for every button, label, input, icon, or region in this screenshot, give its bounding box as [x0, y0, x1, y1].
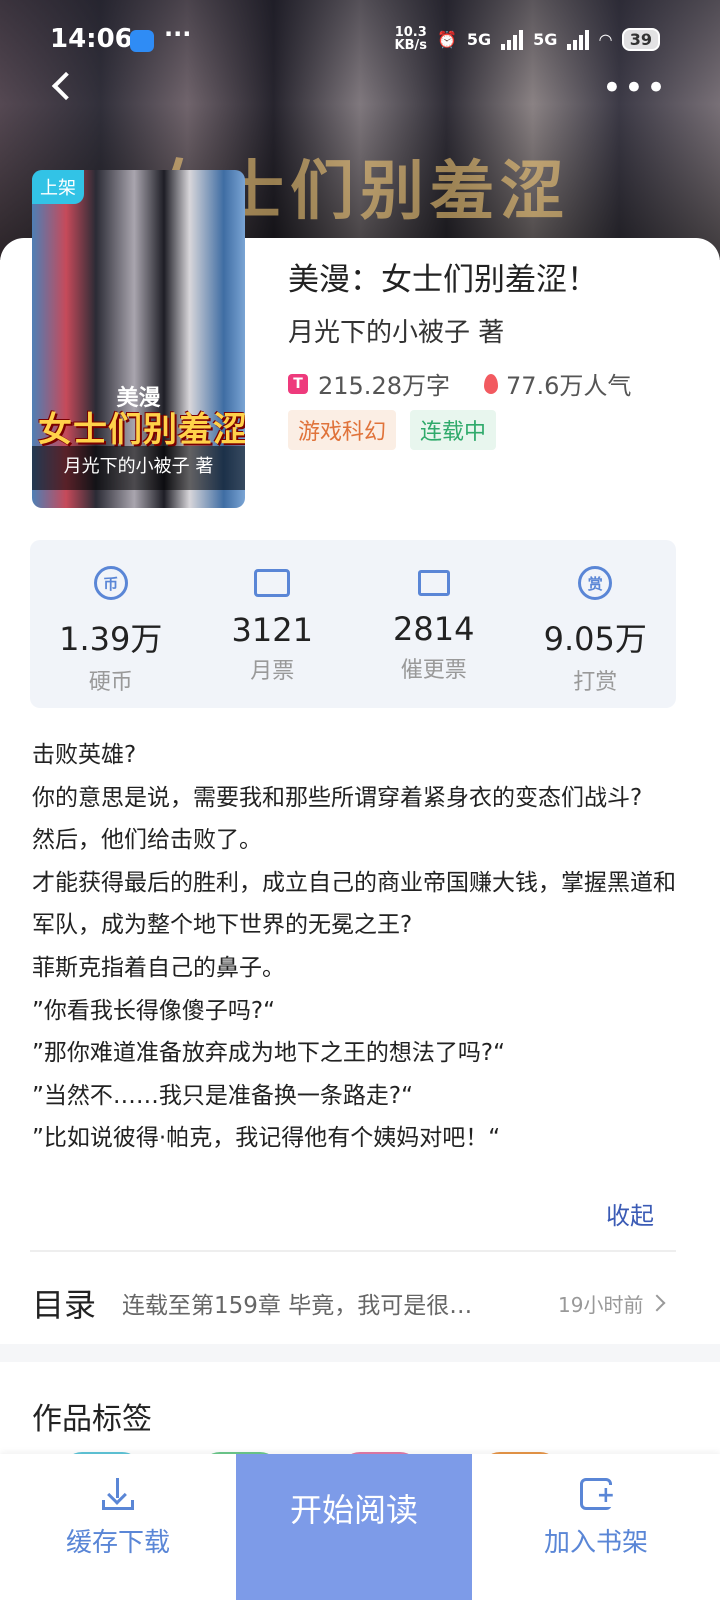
start-reading-button[interactable]: 开始阅读 [236, 1454, 472, 1600]
book-stats: T 215.28万字 77.6万人气 [288, 366, 631, 401]
ticket-icon [254, 569, 291, 597]
sim2-label: 5G [533, 29, 558, 49]
signal-icon-2 [567, 28, 590, 50]
cover-title: 女士们别羞涩 [38, 410, 245, 450]
start-reading-label: 开始阅读 [289, 1491, 418, 1529]
coin-icon: 币 [93, 566, 128, 600]
wifi-icon: ◠ [599, 29, 612, 49]
status-more-icon: ··· [164, 20, 192, 48]
book-tags: 游戏科幻 连载中 [288, 410, 497, 450]
synopsis-line: 你的意思是说，需要我和那些所谓穿着紧身衣的变态们战斗? [32, 784, 643, 811]
sim1-label: 5G [466, 29, 492, 49]
status-tag: 连载中 [410, 410, 497, 450]
add-bookshelf-icon [580, 1478, 615, 1510]
status-time: 14:06 [50, 24, 133, 54]
synopsis-line: 菲斯克指着自己的鼻子。 [32, 954, 285, 981]
net-speed: 10.3 KB/s [394, 25, 427, 53]
bottom-action-bar: 缓存下载 开始阅读 加入书架 [0, 1454, 720, 1600]
reward-icon: 赏 [578, 566, 613, 600]
collapse-button[interactable]: 收起 [606, 1196, 654, 1231]
cloud-icon [130, 30, 154, 52]
section-gap [0, 1344, 720, 1362]
download-icon [102, 1478, 134, 1510]
genre-tag[interactable]: 游戏科幻 [288, 410, 397, 450]
stats-panel: 币 1.39万 硬币 3121 月票 2814 催更票 赏 9.05万 打赏 [30, 540, 676, 708]
more-options-button[interactable]: ••• [602, 71, 668, 105]
signal-icon [501, 28, 524, 50]
stat-value: 3121 [231, 611, 313, 649]
stat-urge-tickets[interactable]: 2814 催更票 [353, 540, 515, 708]
stat-coins[interactable]: 币 1.39万 硬币 [30, 540, 192, 708]
synopsis-line: 击败英雄? [32, 742, 137, 768]
back-chevron-icon [51, 71, 81, 101]
stat-value: 1.39万 [59, 620, 163, 658]
synopsis-line: ”你看我长得像傻子吗?“ [32, 997, 276, 1024]
chevron-right-icon [648, 1294, 666, 1312]
status-indicators: 10.3 KB/s ⏰ 5G 5G ◠ 39 [394, 25, 660, 53]
book-title: 美漫：女士们别羞涩！ [288, 262, 598, 298]
cover-badge: 上架 [32, 170, 84, 204]
stat-rewards[interactable]: 赏 9.05万 打赏 [515, 540, 677, 708]
stat-value: 2814 [393, 610, 475, 648]
toc-title: 目录 [32, 1286, 97, 1324]
update-time: 19小时前 [558, 1292, 644, 1317]
alarm-icon: ⏰ [436, 29, 457, 49]
stat-monthly-tickets[interactable]: 3121 月票 [192, 540, 354, 708]
stat-label: 硬币 [88, 670, 133, 695]
latest-chapter: 连载至第159章 毕竟，我可是很… [122, 1293, 473, 1319]
synopsis-line: ”当然不……我只是准备换一条路走?“ [32, 1082, 414, 1109]
book-cover[interactable]: 上架 美漫 女士们别羞涩 月光下的小被子 著 [32, 170, 245, 508]
back-button[interactable] [46, 68, 86, 108]
fire-icon [483, 373, 498, 394]
download-label: 缓存下载 [65, 1528, 170, 1558]
download-button[interactable]: 缓存下载 [0, 1454, 236, 1600]
word-count: 215.28万字 [318, 372, 450, 400]
stat-value: 9.05万 [543, 620, 647, 658]
divider [30, 1250, 676, 1252]
popularity: 77.6万人气 [505, 372, 632, 400]
word-count-icon: T [288, 373, 308, 394]
stat-label: 催更票 [400, 658, 467, 683]
add-to-shelf-button[interactable]: 加入书架 [472, 1454, 720, 1600]
cover-author: 月光下的小被子 著 [32, 446, 245, 490]
stat-label: 打赏 [573, 670, 618, 695]
work-tags-heading: 作品标签 [32, 1402, 152, 1437]
battery-indicator: 39 [621, 27, 660, 51]
synopsis: 击败英雄? 你的意思是说，需要我和那些所谓穿着紧身衣的变态们战斗? 然后，他们给… [32, 734, 684, 1160]
add-to-shelf-label: 加入书架 [543, 1528, 648, 1558]
synopsis-line: 然后，他们给击败了。 [32, 827, 262, 854]
book-author[interactable]: 月光下的小被子 著 [288, 312, 504, 349]
synopsis-line: ”那你难道准备放弃成为地下之王的想法了吗?“ [32, 1040, 506, 1067]
synopsis-line: 才能获得最后的胜利，成立自己的商业帝国赚大钱，掌握黑道和军队，成为整个地下世界的… [32, 869, 676, 939]
synopsis-line: ”比如说彼得·帕克，我记得他有个姨妈对吧！“ [32, 1125, 501, 1152]
stat-label: 月票 [250, 659, 295, 684]
table-of-contents-row[interactable]: 目录 连载至第159章 毕竟，我可是很… 19小时前 [0, 1262, 720, 1344]
urge-icon [417, 570, 450, 596]
